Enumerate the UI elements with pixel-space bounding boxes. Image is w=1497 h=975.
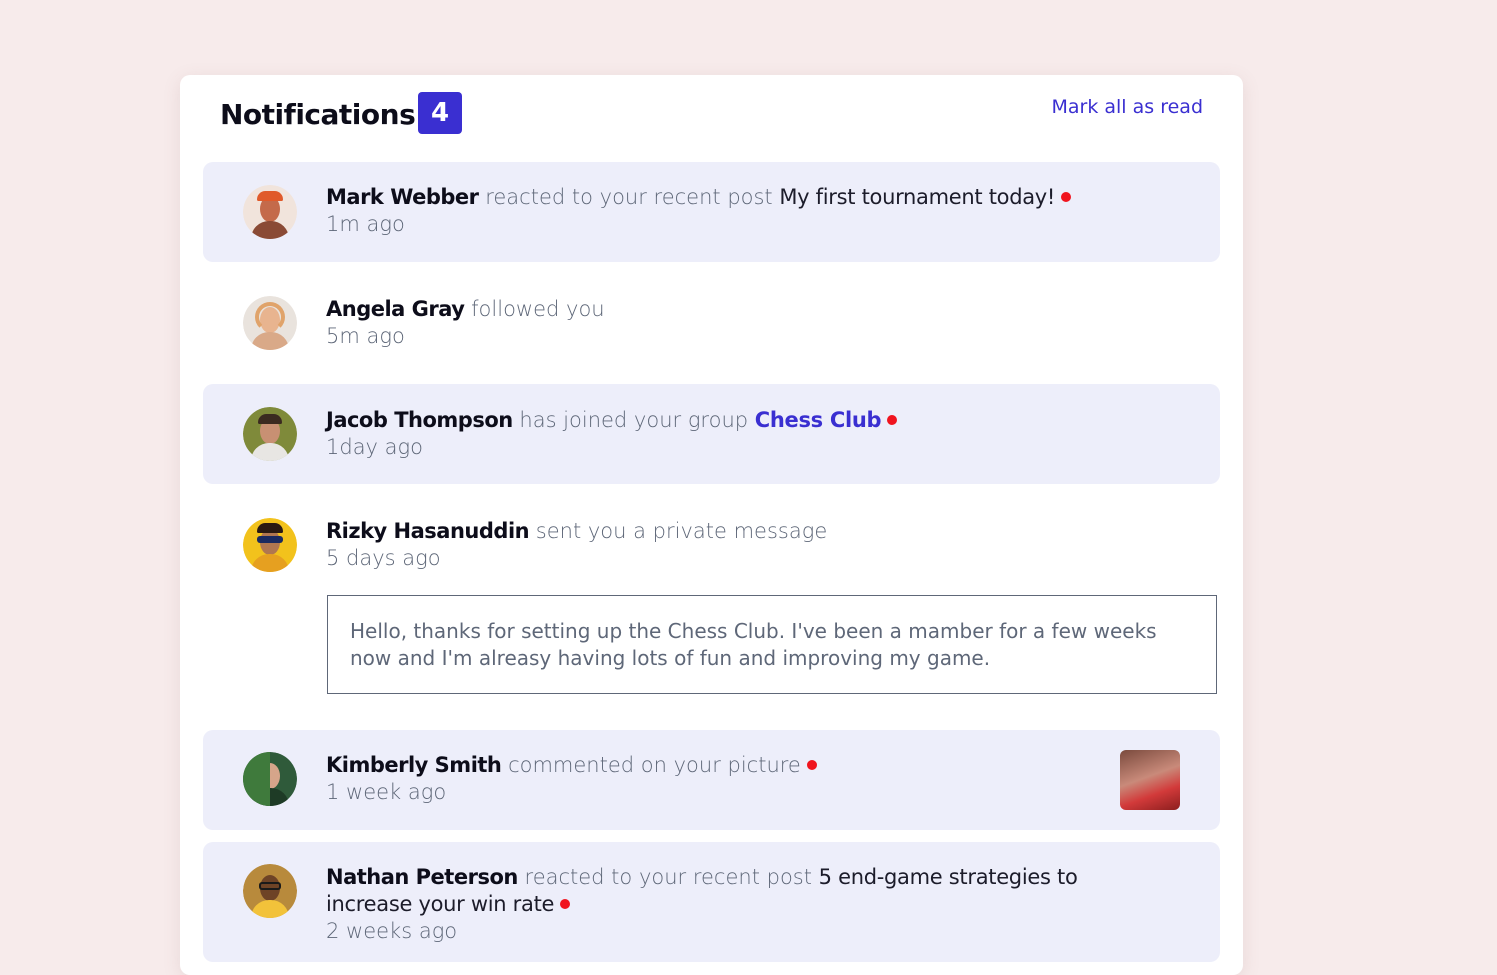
unread-dot-icon [887,415,898,425]
user-name[interactable]: Mark Webber [326,185,479,209]
user-name[interactable]: Kimberly Smith [326,753,502,777]
post-link[interactable]: My first tournament today! [779,185,1055,209]
user-name[interactable]: Jacob Thompson [326,408,513,432]
commented-picture-thumbnail[interactable] [1120,750,1180,810]
timestamp: 5 days ago [326,546,441,570]
notification-action: commented on your picture [508,753,801,777]
notification-action: reacted to your recent post [524,865,812,889]
notification-action: has joined your group [519,408,749,432]
notification-item[interactable]: Kimberly Smith commented on your picture… [203,730,1220,830]
user-name[interactable]: Angela Gray [326,297,465,321]
user-name[interactable]: Rizky Hasanuddin [326,519,530,543]
notification-item[interactable]: Jacob Thompson has joined your group Che… [203,384,1220,484]
private-message-preview[interactable]: Hello, thanks for setting up the Chess C… [327,595,1217,694]
timestamp: 5m ago [326,324,405,348]
notification-action: followed you [471,297,605,321]
unread-dot-icon [560,899,571,909]
notification-item[interactable]: Angela Gray followed you 5m ago [203,274,1220,374]
group-link[interactable]: Chess Club [755,408,882,432]
avatar[interactable] [243,752,297,806]
avatar[interactable] [243,185,297,239]
avatar[interactable] [243,407,297,461]
avatar[interactable] [243,518,297,572]
unread-dot-icon [1061,192,1072,202]
notification-action: sent you a private message [535,519,828,543]
user-name[interactable]: Nathan Peterson [326,865,518,889]
avatar[interactable] [243,864,297,918]
notifications-panel: Notifications 4 Mark all as read Mark We… [180,75,1243,975]
notification-item[interactable]: Nathan Peterson reacted to your recent p… [203,842,1220,962]
unread-count-badge: 4 [418,92,462,134]
avatar[interactable] [243,296,297,350]
notification-item[interactable]: Mark Webber reacted to your recent post … [203,162,1220,262]
unread-dot-icon [806,760,817,770]
header: Notifications 4 Mark all as read [220,92,1203,136]
notification-action: reacted to your recent post [485,185,773,209]
page-title: Notifications [220,98,416,131]
mark-all-as-read-button[interactable]: Mark all as read [1052,96,1204,118]
timestamp: 1 week ago [326,780,447,804]
timestamp: 1m ago [326,212,405,236]
timestamp: 1day ago [326,435,423,459]
